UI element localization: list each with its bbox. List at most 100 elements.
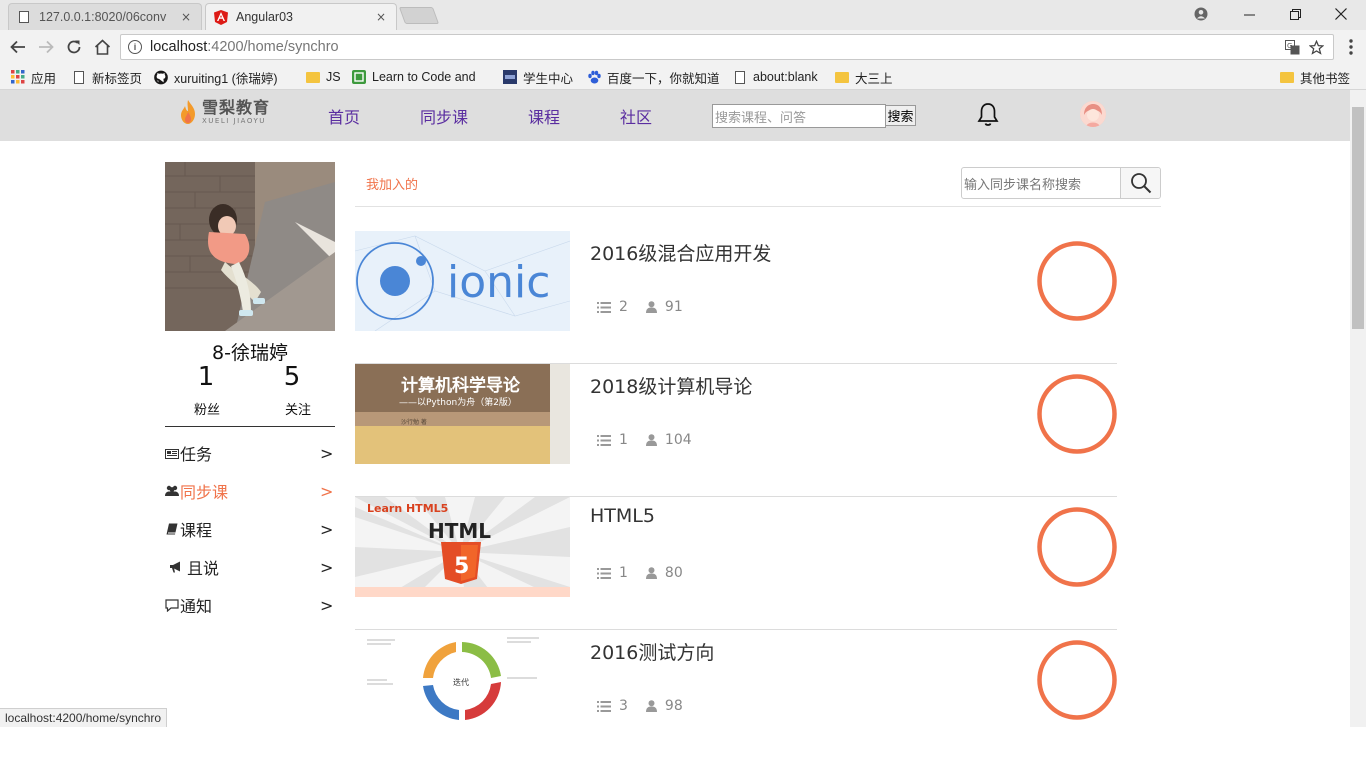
restore-icon[interactable] (1272, 0, 1318, 28)
sidebar-item-synchro[interactable]: 同步课 > (165, 479, 335, 503)
reload-icon[interactable] (63, 36, 85, 58)
thumbnail-text: 计算机科学导论 (401, 375, 521, 396)
user-icon (645, 434, 657, 446)
bookmark-label: about:blank (753, 70, 818, 84)
list-icon (597, 567, 611, 579)
list-icon (597, 700, 611, 712)
course-search-button[interactable] (1121, 168, 1160, 198)
course-row[interactable]: Learn HTML5 HTML 5 HTML5 1 80 (355, 497, 1117, 630)
chevron-right-icon: > (320, 481, 334, 501)
course-meta: 2 91 (597, 299, 701, 315)
course-meta: 1 104 (597, 432, 710, 448)
course-thumbnail[interactable]: Learn HTML5 HTML 5 (355, 497, 570, 597)
bookmark-learn-to-code[interactable]: Learn to Code and (352, 68, 476, 86)
bookmark-label: 学生中心 (523, 71, 574, 86)
bookmark-label: 其他书签 (1300, 71, 1351, 86)
page-icon (733, 70, 747, 84)
page-icon (72, 70, 86, 84)
translate-icon[interactable]: G (1283, 35, 1301, 59)
bookmark-newtab[interactable]: 新标签页 (72, 68, 142, 86)
profile-icon[interactable] (1178, 0, 1224, 28)
course-meta: 1 80 (597, 565, 701, 581)
course-title[interactable]: 2016级混合应用开发 (590, 239, 771, 266)
nav-home[interactable]: 首页 (328, 104, 360, 128)
course-row[interactable]: ionic 2016级混合应用开发 2 91 (355, 231, 1117, 364)
users-icon (165, 484, 179, 498)
minimize-icon[interactable] (1226, 0, 1272, 28)
search-icon (1130, 173, 1151, 194)
course-title[interactable]: 2018级计算机导论 (590, 372, 752, 399)
new-tab-button[interactable] (398, 7, 440, 24)
bookmark-label: 百度一下，你就知道 (607, 71, 720, 86)
bookmark-other[interactable]: 其他书签 (1280, 68, 1350, 86)
lesson-count: 2 (619, 299, 628, 315)
site-search-input[interactable]: 搜索课程、问答 (712, 104, 886, 128)
tab-joined[interactable]: 我加入的 (366, 174, 418, 193)
codecademy-icon (352, 70, 366, 84)
menu-icon[interactable] (1340, 36, 1362, 58)
member-count: 104 (664, 432, 692, 448)
back-icon[interactable] (7, 36, 29, 58)
course-thumbnail[interactable]: 计算机科学导论 ——以Python为舟（第2版） 沙行勉 著 (355, 364, 570, 464)
star-icon[interactable] (1307, 35, 1325, 59)
browser-tab-strip: 127.0.0.1:8020/06conv × Angular03 × (0, 0, 1366, 30)
sidebar-item-tasks[interactable]: 任务 > (165, 441, 335, 465)
course-title[interactable]: HTML5 (590, 505, 655, 527)
site-logo[interactable]: 雪梨教育 XUELI JIAOYU (178, 99, 270, 125)
nav-courses[interactable]: 课程 (528, 104, 560, 128)
bookmark-label: 大三上 (855, 71, 893, 86)
follow-count[interactable]: 5 (262, 362, 322, 392)
progress-ring (1037, 374, 1117, 454)
flame-logo-icon (181, 100, 195, 124)
site-search-button[interactable]: 搜索 (885, 105, 916, 126)
course-search-input[interactable]: 输入同步课名称搜索 (962, 168, 1121, 198)
logo-text: 雪梨教育 (202, 97, 271, 117)
home-icon[interactable] (91, 36, 113, 58)
sidebar-item-notice[interactable]: 通知 > (165, 593, 335, 617)
bookmark-github[interactable]: xuruiting1 (徐瑞婷) (154, 68, 278, 86)
course-row[interactable]: 计算机科学导论 ——以Python为舟（第2版） 沙行勉 著 2018级计算机导… (355, 364, 1117, 497)
bookmark-apps[interactable]: 应用 (11, 68, 56, 86)
follow-label[interactable]: 关注 (268, 399, 328, 418)
close-icon[interactable]: × (179, 10, 193, 24)
scrollbar-thumb[interactable] (1352, 107, 1364, 329)
bookmark-about-blank[interactable]: about:blank (733, 68, 818, 86)
bell-icon[interactable] (976, 102, 1000, 128)
address-bar[interactable]: i localhost:4200/home/synchro G (120, 34, 1334, 60)
sidebar-item-label: 同步课 (180, 483, 229, 502)
browser-tab-2[interactable]: Angular03 × (205, 3, 397, 30)
fans-count[interactable]: 1 (176, 362, 236, 392)
content-divider (355, 206, 1161, 207)
member-count: 91 (664, 299, 683, 315)
lesson-count: 1 (619, 565, 628, 581)
course-row[interactable]: 迭代 2016测试方向 3 98 (355, 630, 1117, 763)
member-count: 98 (664, 698, 683, 714)
course-title[interactable]: 2016测试方向 (590, 638, 714, 665)
bookmark-student-center[interactable]: 学生中心 (503, 68, 573, 86)
forward-icon[interactable] (35, 36, 57, 58)
chevron-right-icon: > (320, 557, 334, 577)
info-icon[interactable]: i (128, 40, 142, 54)
bookmark-dasanshang[interactable]: 大三上 (835, 68, 893, 86)
thumbnail-number: 5 (454, 554, 469, 579)
course-thumbnail[interactable]: 迭代 (355, 630, 570, 730)
sidebar-item-label: 课程 (180, 521, 213, 540)
browser-tab-1[interactable]: 127.0.0.1:8020/06conv × (8, 3, 202, 30)
github-icon (154, 70, 168, 84)
sidebar-item-talk[interactable]: 且说 > (165, 555, 335, 579)
close-window-icon[interactable] (1318, 0, 1364, 28)
course-thumbnail[interactable]: ionic (355, 231, 570, 331)
close-icon[interactable]: × (374, 10, 388, 24)
sidebar-item-courses[interactable]: 课程 > (165, 517, 335, 541)
thumbnail-text: ionic (447, 257, 550, 308)
nav-synchro[interactable]: 同步课 (420, 104, 468, 128)
site-header: 雪梨教育 XUELI JIAOYU 首页 同步课 课程 社区 搜索课程、问答 搜… (0, 90, 1350, 141)
sidebar-item-label: 通知 (180, 597, 213, 616)
user-avatar[interactable] (1080, 101, 1106, 127)
thumbnail-author: 沙行勉 著 (401, 418, 427, 426)
bookmark-baidu[interactable]: 百度一下，你就知道 (587, 68, 720, 86)
nav-community[interactable]: 社区 (620, 104, 652, 128)
bookmark-js[interactable]: JS (306, 68, 341, 86)
newspaper-icon (165, 446, 179, 460)
fans-label[interactable]: 粉丝 (177, 399, 237, 418)
